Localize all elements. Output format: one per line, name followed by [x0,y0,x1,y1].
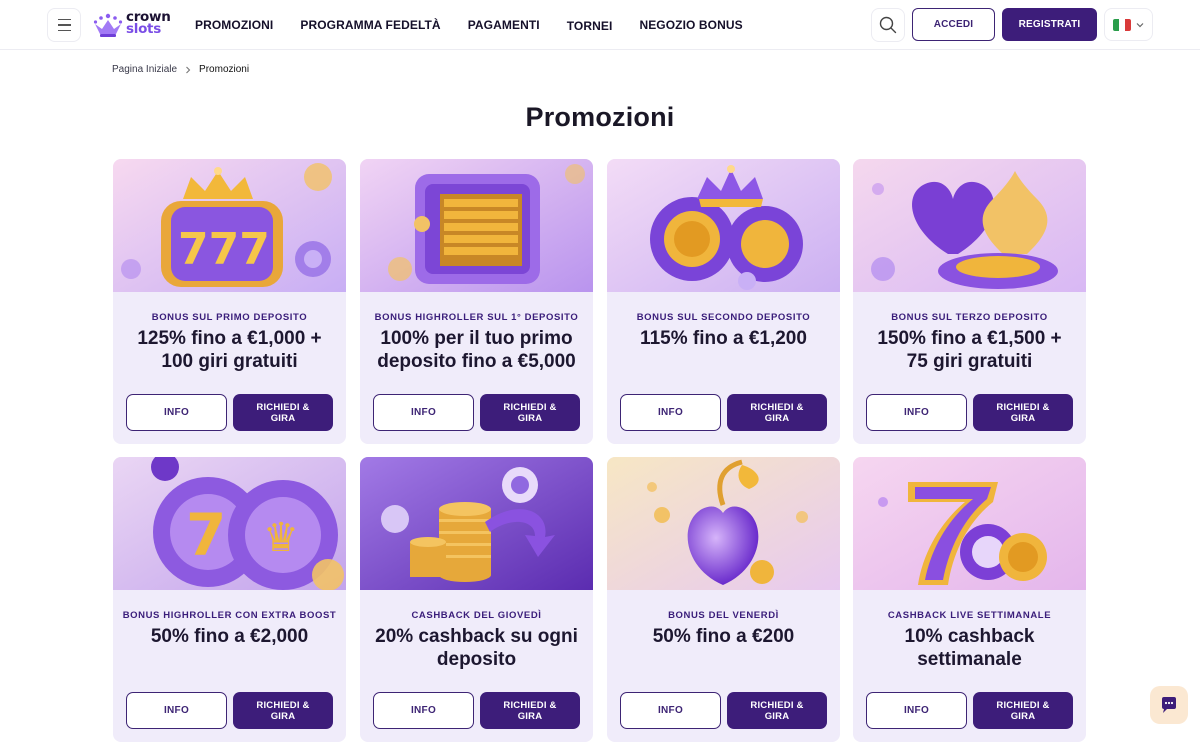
promo-card: BONUS HIGHROLLER SUL 1° DEPOSITO 100% pe… [360,159,593,444]
italy-flag-icon [1113,18,1131,31]
promo-card: CASHBACK LIVE SETTIMANALE 10% cashback s… [853,457,1086,742]
nav-promozioni[interactable]: PROMOZIONI [195,18,273,32]
promo-offer: 125% fino a €1,000 + 100 giri gratuiti [137,328,322,372]
promo-offer: 50% fino a €200 [652,626,795,647]
svg-text:777: 777 [178,224,270,275]
promo-card: BONUS SUL SECONDO DEPOSITO 115% fino a €… [607,159,840,444]
info-button[interactable]: INFO [866,394,967,431]
promo-offer: 10% cashback settimanale [904,626,1035,670]
register-button[interactable]: REGISTRATI [1002,8,1097,41]
promo-category: BONUS SUL PRIMO DEPOSITO [151,312,308,323]
page-title: Promozioni [525,102,675,132]
nav-pagamenti[interactable]: PAGAMENTI [468,18,540,32]
promo-image-coin-stacks[interactable] [360,457,593,590]
promo-image-seven-chips[interactable] [853,457,1086,590]
svg-text:♛: ♛ [263,515,299,561]
promo-card: BONUS SUL TERZO DEPOSITO 150% fino a €1,… [853,159,1086,444]
claim-button[interactable]: RICHIEDI & GIRA [480,692,580,729]
info-button[interactable]: INFO [126,692,227,729]
svg-text:7: 7 [186,501,226,569]
promo-card: BONUS DEL VENERDÌ 50% fino a €200 INFO R… [607,457,840,742]
promo-offer: 100% per il tuo primo deposito fino a €5… [377,328,576,372]
promo-category: BONUS DEL VENERDÌ [668,610,779,621]
promo-category: BONUS HIGHROLLER CON EXTRA BOOST [122,610,337,621]
crown-logo-icon [93,13,123,37]
language-selector[interactable] [1104,8,1153,41]
claim-button[interactable]: RICHIEDI & GIRA [727,394,827,431]
info-button[interactable]: INFO [866,692,967,729]
promo-image-slot-777[interactable]: 777 [113,159,346,292]
promo-image-cherry[interactable] [607,457,840,590]
promo-card: 777 BONUS SUL PRIMO DEPOSITO 125% fino a… [113,159,346,444]
promo-image-crown-coins[interactable] [607,159,840,292]
promo-image-heart-spade[interactable] [853,159,1086,292]
claim-button[interactable]: RICHIEDI & GIRA [233,692,333,729]
login-button[interactable]: ACCEDI [912,8,995,41]
promo-category: BONUS SUL SECONDO DEPOSITO [636,312,811,323]
promo-category: CASHBACK LIVE SETTIMANALE [887,610,1052,621]
promo-card: 7 ♛ BONUS HIGHROLLER CON EXTRA BOOST 50%… [113,457,346,742]
promo-card: CASHBACK DEL GIOVEDÌ 20% cashback su ogn… [360,457,593,742]
promo-image-vault[interactable] [360,159,593,292]
chevron-down-icon [1136,22,1144,27]
claim-button[interactable]: RICHIEDI & GIRA [973,394,1073,431]
info-button[interactable]: INFO [620,394,721,431]
breadcrumb-home[interactable]: Pagina Iniziale [112,64,177,75]
claim-button[interactable]: RICHIEDI & GIRA [973,692,1073,729]
promo-category: CASHBACK DEL GIOVEDÌ [411,610,542,621]
promo-category: BONUS HIGHROLLER SUL 1° DEPOSITO [374,312,579,323]
promo-offer: 150% fino a €1,500 + 75 giri gratuiti [877,328,1062,372]
main-nav: PROMOZIONI PROGRAMMA FEDELTÀ PAGAMENTI T… [195,0,743,50]
nav-tornei[interactable]: TORNEI [567,19,613,33]
breadcrumb: Pagina Iniziale Promozioni [112,64,249,75]
info-button[interactable]: INFO [620,692,721,729]
claim-button[interactable]: RICHIEDI & GIRA [233,394,333,431]
claim-button[interactable]: RICHIEDI & GIRA [727,692,827,729]
breadcrumb-current: Promozioni [199,64,250,75]
promo-image-seven-zero[interactable]: 7 ♛ [113,457,346,590]
promo-offer: 115% fino a €1,200 [640,328,807,349]
nav-negozio-bonus[interactable]: NEGOZIO BONUS [639,18,742,32]
info-button[interactable]: INFO [373,394,474,431]
search-icon [879,16,897,34]
hamburger-menu-icon[interactable] [47,8,81,42]
chat-bubble-icon [1162,697,1176,713]
promo-category: BONUS SUL TERZO DEPOSITO [891,312,1048,323]
claim-button[interactable]: RICHIEDI & GIRA [480,394,580,431]
chat-support-button[interactable] [1150,686,1188,724]
info-button[interactable]: INFO [373,692,474,729]
crownslots-logo[interactable]: crown slots [92,10,182,39]
promo-offer: 20% cashback su ogni deposito [375,626,578,670]
site-header: crown slots PROMOZIONI PROGRAMMA FEDELTÀ… [0,0,1200,50]
chevron-right-icon [186,66,191,73]
info-button[interactable]: INFO [126,394,227,431]
search-button[interactable] [871,8,905,42]
nav-programma-fedelta[interactable]: PROGRAMMA FEDELTÀ [300,18,440,32]
promo-offer: 50% fino a €2,000 [150,626,309,647]
